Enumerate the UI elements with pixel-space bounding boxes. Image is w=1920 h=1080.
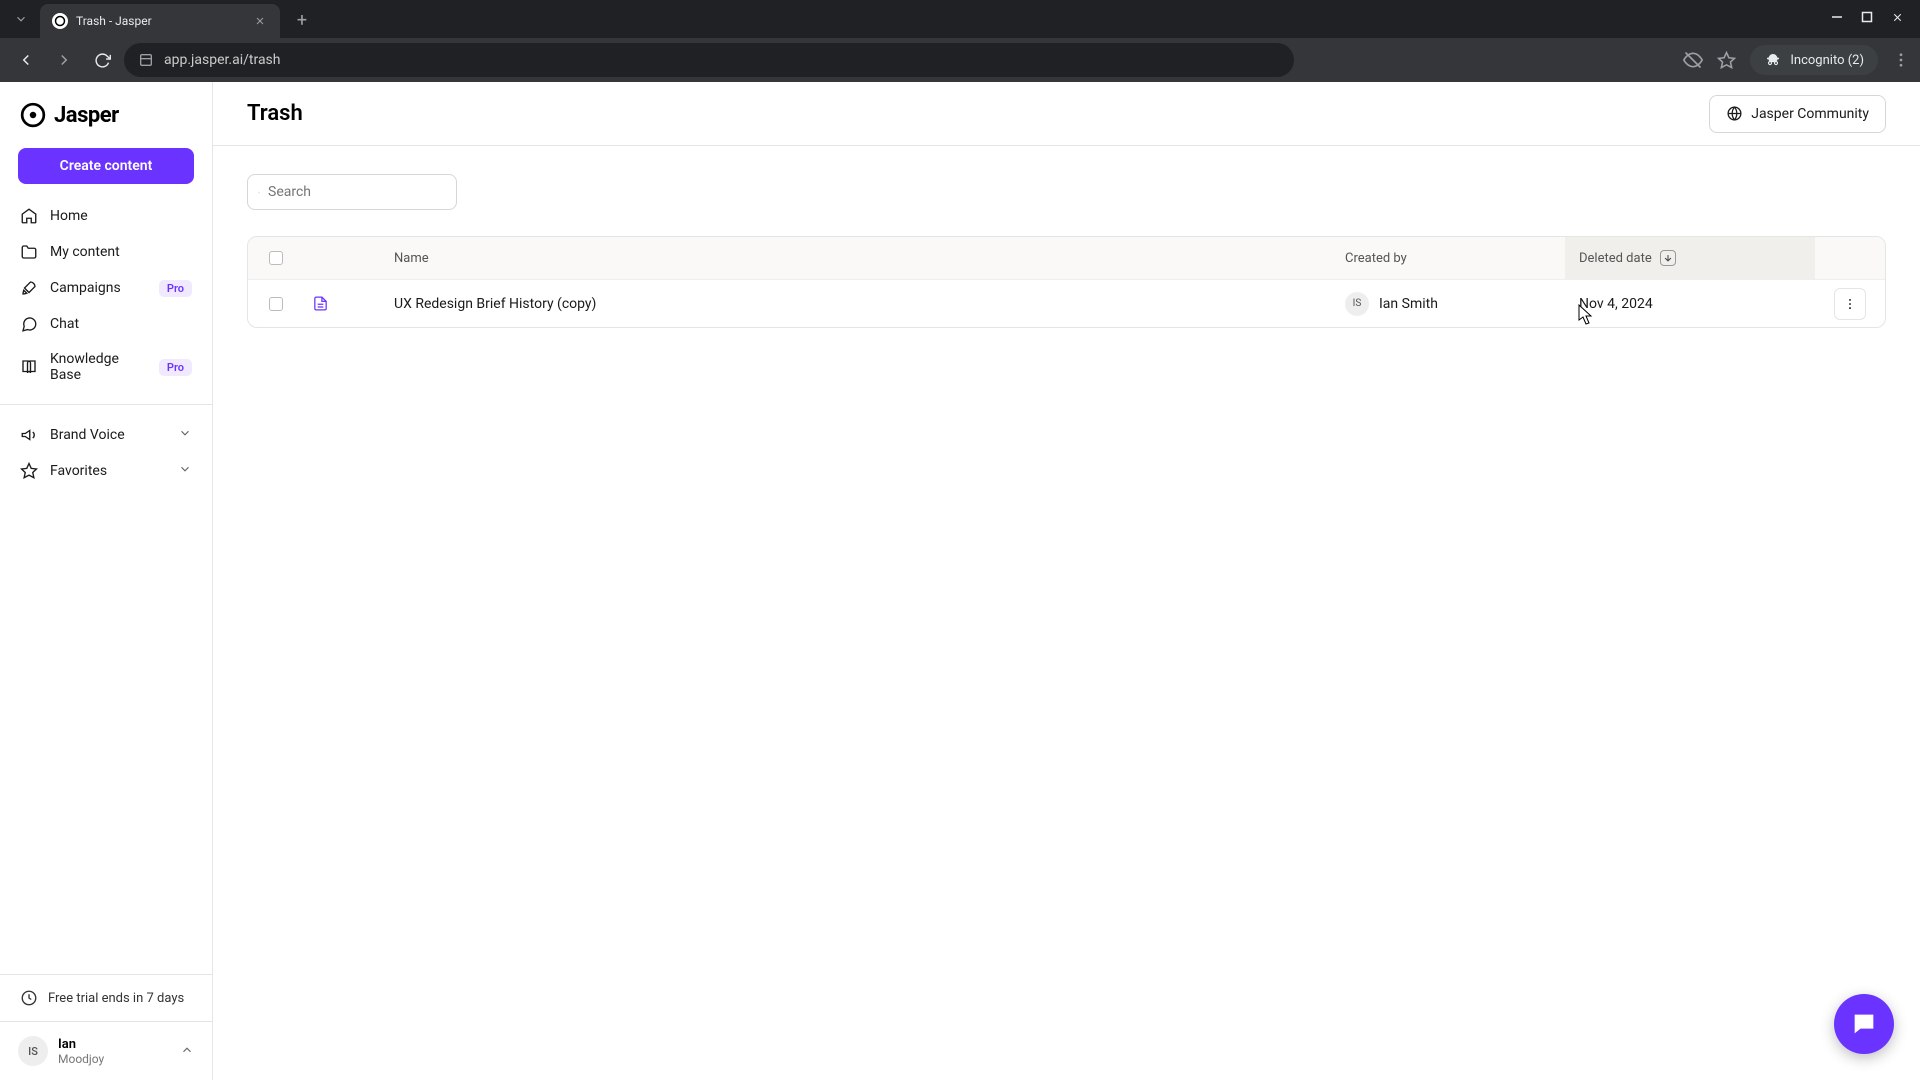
user-name: Ian — [58, 1037, 104, 1052]
tab-bar: Trash - Jasper + — [0, 0, 1920, 38]
incognito-icon — [1764, 51, 1782, 69]
nav-primary: Home My content Campaigns Pro Chat Knowl… — [0, 198, 212, 392]
jasper-logo-icon — [20, 102, 46, 128]
trial-text: Free trial ends in 7 days — [48, 991, 184, 1006]
row-checkbox[interactable] — [269, 297, 283, 311]
trial-notice[interactable]: Free trial ends in 7 days — [0, 974, 212, 1021]
tab-search-button[interactable] — [6, 4, 36, 34]
nav-label: My content — [50, 244, 120, 260]
jasper-community-button[interactable]: Jasper Community — [1709, 95, 1886, 133]
window-controls — [1831, 0, 1920, 38]
nav-home[interactable]: Home — [10, 198, 202, 234]
back-button[interactable] — [10, 44, 42, 76]
chat-icon — [20, 315, 38, 333]
nav-label: Knowledge Base — [50, 351, 147, 383]
logo[interactable]: Jasper — [0, 82, 212, 142]
nav-knowledge-base[interactable]: Knowledge Base Pro — [10, 342, 202, 392]
divider — [0, 404, 212, 405]
book-icon — [20, 358, 38, 376]
tab-close-icon[interactable] — [252, 13, 268, 29]
app-root: Jasper Create content Home My content Ca… — [0, 82, 1920, 1080]
tab-title: Trash - Jasper — [76, 14, 244, 28]
rocket-icon — [20, 279, 38, 297]
globe-icon — [1726, 105, 1743, 122]
chevron-down-icon — [178, 462, 192, 480]
chat-bubble-icon — [1850, 1010, 1878, 1038]
forward-button[interactable] — [48, 44, 80, 76]
content: Name Created by Deleted date UX Redesign… — [213, 146, 1920, 356]
site-info-icon[interactable] — [138, 52, 154, 68]
tracking-protection-icon[interactable] — [1683, 50, 1703, 70]
browser-tab[interactable]: Trash - Jasper — [40, 4, 280, 38]
megaphone-icon — [20, 426, 38, 444]
main: Trash Jasper Community Name Created by D… — [213, 82, 1920, 1080]
pro-badge: Pro — [159, 359, 192, 376]
home-icon — [20, 207, 38, 225]
clock-icon — [20, 989, 38, 1007]
reload-button[interactable] — [86, 44, 118, 76]
search-icon — [258, 185, 260, 200]
row-created-by: IS Ian Smith — [1345, 292, 1565, 316]
user-org: Moodjoy — [58, 1052, 104, 1066]
table-row[interactable]: UX Redesign Brief History (copy) IS Ian … — [248, 279, 1885, 327]
page-title: Trash — [247, 101, 303, 126]
select-all-checkbox[interactable] — [269, 251, 283, 265]
column-deleted-label: Deleted date — [1579, 251, 1652, 266]
nav-favorites[interactable]: Favorites — [10, 453, 202, 489]
sidebar: Jasper Create content Home My content Ca… — [0, 82, 213, 1080]
creator-name: Ian Smith — [1379, 296, 1438, 312]
creator-avatar: IS — [1345, 292, 1369, 316]
address-bar: app.jasper.ai/trash Incognito (2) — [0, 38, 1920, 82]
nav-chat[interactable]: Chat — [10, 306, 202, 342]
row-more-button[interactable] — [1834, 288, 1866, 320]
sort-descending-icon — [1660, 250, 1676, 266]
nav-label: Home — [50, 208, 88, 224]
chevron-up-icon — [180, 1042, 194, 1061]
nav-brand-voice[interactable]: Brand Voice — [10, 417, 202, 453]
nav-campaigns[interactable]: Campaigns Pro — [10, 270, 202, 306]
chevron-down-icon — [178, 426, 192, 444]
pro-badge: Pro — [159, 280, 192, 297]
nav-secondary: Brand Voice Favorites — [0, 417, 212, 489]
browser-chrome: Trash - Jasper + app.jasper.ai/trash Inc… — [0, 0, 1920, 82]
incognito-indicator[interactable]: Incognito (2) — [1750, 45, 1878, 75]
browser-menu-icon[interactable] — [1892, 51, 1910, 69]
maximize-icon[interactable] — [1861, 11, 1873, 27]
create-content-button[interactable]: Create content — [18, 148, 194, 184]
incognito-label: Incognito (2) — [1790, 53, 1864, 68]
document-icon — [312, 295, 329, 312]
nav-label: Chat — [50, 316, 79, 332]
main-header: Trash Jasper Community — [213, 82, 1920, 146]
column-created-by[interactable]: Created by — [1345, 251, 1565, 266]
column-name[interactable]: Name — [394, 251, 1345, 266]
url-box[interactable]: app.jasper.ai/trash — [124, 43, 1294, 77]
community-label: Jasper Community — [1751, 106, 1869, 122]
url-text: app.jasper.ai/trash — [164, 52, 281, 68]
minimize-icon[interactable] — [1831, 11, 1843, 27]
bookmark-icon[interactable] — [1717, 51, 1736, 70]
more-vertical-icon — [1843, 297, 1857, 311]
user-menu[interactable]: IS Ian Moodjoy — [0, 1021, 212, 1080]
row-deleted-date: Nov 4, 2024 — [1565, 296, 1815, 312]
table-header: Name Created by Deleted date — [248, 237, 1885, 279]
folder-icon — [20, 243, 38, 261]
star-icon — [20, 462, 38, 480]
nav-my-content[interactable]: My content — [10, 234, 202, 270]
user-avatar: IS — [18, 1036, 48, 1066]
nav-label: Campaigns — [50, 280, 121, 296]
logo-text: Jasper — [54, 103, 119, 128]
nav-label: Favorites — [50, 463, 107, 479]
trash-table: Name Created by Deleted date UX Redesign… — [247, 236, 1886, 328]
search-box[interactable] — [247, 174, 457, 210]
new-tab-button[interactable]: + — [288, 6, 316, 34]
tab-favicon-icon — [52, 13, 68, 29]
search-input[interactable] — [268, 184, 446, 200]
sidebar-bottom: Free trial ends in 7 days IS Ian Moodjoy — [0, 974, 212, 1080]
close-window-icon[interactable] — [1891, 11, 1904, 28]
help-chat-button[interactable] — [1834, 994, 1894, 1054]
row-name: UX Redesign Brief History (copy) — [394, 296, 1345, 312]
column-deleted-date[interactable]: Deleted date — [1565, 237, 1815, 279]
nav-label: Brand Voice — [50, 427, 125, 443]
